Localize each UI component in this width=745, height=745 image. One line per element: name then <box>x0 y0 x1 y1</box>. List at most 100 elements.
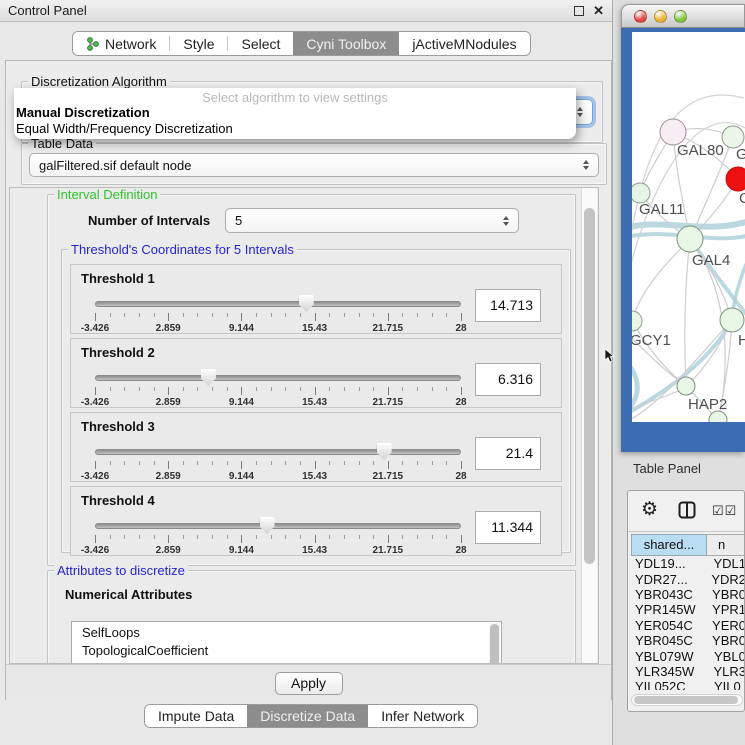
tab-discretize-data[interactable]: Discretize Data <box>247 705 368 727</box>
threshold-value-field[interactable]: 21.4 <box>475 437 541 470</box>
network-node[interactable] <box>632 311 642 331</box>
interval-definition-group: Interval Definition Number of Intervals … <box>47 194 576 566</box>
table-row[interactable]: YBL079WYBL0 <box>631 648 745 663</box>
tab-cyni-toolbox[interactable]: Cyni Toolbox <box>293 32 399 55</box>
table-data-combobox[interactable]: galFiltered.sif default node <box>29 153 599 177</box>
network-node[interactable] <box>720 308 744 332</box>
slider-handle[interactable] <box>377 443 392 460</box>
tab-infer-network[interactable]: Infer Network <box>368 705 477 727</box>
column-header-name[interactable]: n <box>707 534 745 556</box>
network-node-label: H <box>738 332 745 349</box>
popup-prompt: Select algorithm to view settings <box>14 90 576 105</box>
scrollbar-thumb[interactable] <box>584 208 595 564</box>
slider-handle[interactable] <box>201 369 216 386</box>
popup-item-equal-width-frequency[interactable]: Equal Width/Frequency Discretization <box>14 121 576 137</box>
network-node-label: GAL4 <box>692 252 730 269</box>
threshold-slider-1[interactable]: -3.4262.8599.14415.4321.71528 <box>95 293 461 333</box>
table-row[interactable]: YDL19...YDL1 <box>631 556 745 571</box>
table-cell: YBL0 <box>714 649 745 664</box>
group-title: Interval Definition <box>54 187 160 202</box>
tab-impute-data[interactable]: Impute Data <box>145 705 247 727</box>
tab-label: Select <box>241 36 280 52</box>
threshold-value-field[interactable]: 6.316 <box>475 363 541 396</box>
horizontal-scrollbar[interactable] <box>631 694 743 706</box>
group-title: Discretization Algorithm <box>28 74 170 89</box>
mouse-cursor <box>604 349 616 363</box>
table-row[interactable]: YBR043CYBR0 <box>631 587 745 602</box>
checkbox-icons[interactable]: ☑☑ <box>712 503 737 519</box>
slider-track[interactable] <box>95 523 461 529</box>
close-window-icon[interactable]: ✕ <box>593 6 604 16</box>
list-scrollbar[interactable] <box>489 623 500 664</box>
threshold-slider-4[interactable]: -3.4262.8599.14415.4321.71528 <box>95 515 461 555</box>
vertical-scrollbar[interactable] <box>581 188 597 663</box>
network-node[interactable] <box>677 226 703 252</box>
number-of-intervals-combobox[interactable]: 5 <box>225 208 519 233</box>
threshold-slider-2[interactable]: -3.4262.8599.14415.4321.71528 <box>95 367 461 407</box>
threshold-value-field[interactable]: 11.344 <box>475 511 541 544</box>
slider-ticks <box>95 387 461 396</box>
slider-track[interactable] <box>95 301 461 307</box>
slider-track[interactable] <box>95 449 461 455</box>
table-cell: YER054C <box>631 618 712 633</box>
network-window-frame: GAL80GCGAL11GAL4GCY1HHAP2 <box>621 28 745 452</box>
tab-label: jActiveMNodules <box>412 36 516 52</box>
tab-network[interactable]: Network <box>73 32 169 55</box>
network-node-label: C <box>739 190 745 207</box>
table-cell: YDL19... <box>631 556 713 571</box>
table-row[interactable]: YIL052CYIL0 <box>631 679 745 690</box>
table-cell: YIL0 <box>714 679 741 690</box>
network-node[interactable] <box>726 167 745 191</box>
list-item[interactable]: TopologicalCoefficient <box>72 642 501 660</box>
apply-button[interactable]: Apply <box>275 672 343 695</box>
table-row[interactable]: YBR045CYBR0 <box>631 633 745 648</box>
control-panel-titlebar: Control Panel ✕ <box>0 0 612 22</box>
bottom-tab-bar: Impute Data Discretize Data Infer Networ… <box>144 704 478 728</box>
threshold-slider-3[interactable]: -3.4262.8599.14415.4321.71528 <box>95 441 461 481</box>
network-window-titlebar[interactable] <box>621 4 745 28</box>
algorithm-dropdown-popup: Select algorithm to view settings Manual… <box>14 88 576 139</box>
list-item[interactable]: SelfLoops <box>72 622 501 642</box>
scrollbar-thumb[interactable] <box>634 696 738 704</box>
thresholds-group: Threshold's Coordinates for 5 Intervals … <box>61 249 571 553</box>
control-panel: Control Panel ✕ Network Style Select Cyn… <box>0 0 613 745</box>
table-row[interactable]: YPR145WYPR1 <box>631 602 745 617</box>
table-cell: YDL1 <box>713 556 745 571</box>
network-node[interactable] <box>722 126 744 148</box>
network-node[interactable] <box>677 377 695 395</box>
column-layout-icon[interactable] <box>678 501 696 519</box>
slider-handle[interactable] <box>260 517 275 534</box>
minimize-traffic-light[interactable] <box>654 10 667 23</box>
table-row[interactable]: YLR345WYLR3 <box>631 664 745 679</box>
tab-label: Network <box>105 36 156 52</box>
network-canvas[interactable]: GAL80GCGAL11GAL4GCY1HHAP2 <box>632 32 745 422</box>
table-cell: YBR0 <box>712 633 745 648</box>
threshold-value-field[interactable]: 14.713 <box>475 289 541 322</box>
network-node-label: GAL11 <box>639 201 685 218</box>
table-row[interactable]: YER054CYER0 <box>631 618 745 633</box>
slider-track[interactable] <box>95 375 461 381</box>
popup-item-manual-discretization[interactable]: Manual Discretization <box>14 105 576 121</box>
close-traffic-light[interactable] <box>634 10 647 23</box>
combo-arrows-icon <box>583 160 589 170</box>
combo-arrows-icon <box>577 107 583 117</box>
apply-row: Apply <box>6 664 611 701</box>
slider-ticks <box>95 461 461 470</box>
column-header-shared-name[interactable]: shared... <box>631 534 707 556</box>
numerical-attributes-label: Numerical Attributes <box>65 587 192 602</box>
network-node-label: HAP2 <box>688 396 727 413</box>
tab-label: Infer Network <box>381 708 464 724</box>
tab-style[interactable]: Style <box>170 32 227 55</box>
zoom-traffic-light[interactable] <box>674 10 687 23</box>
gear-icon[interactable]: ⚙ <box>641 498 658 521</box>
table-row[interactable]: YDR27...YDR2 <box>631 571 745 586</box>
slider-handle[interactable] <box>299 295 314 312</box>
numerical-attributes-list[interactable]: SelfLoops TopologicalCoefficient Between… <box>71 621 502 664</box>
threshold-label: Threshold 1 <box>81 271 155 286</box>
float-window-icon[interactable] <box>574 6 584 16</box>
tab-select[interactable]: Select <box>228 32 293 55</box>
tab-jactivemnodules[interactable]: jActiveMNodules <box>399 32 529 55</box>
slider-ticks <box>95 313 461 322</box>
network-node[interactable] <box>632 183 650 203</box>
table-panel: ⚙ ☑☑ shared... n YDL19...YDL1YDR27...YDR… <box>627 490 745 712</box>
